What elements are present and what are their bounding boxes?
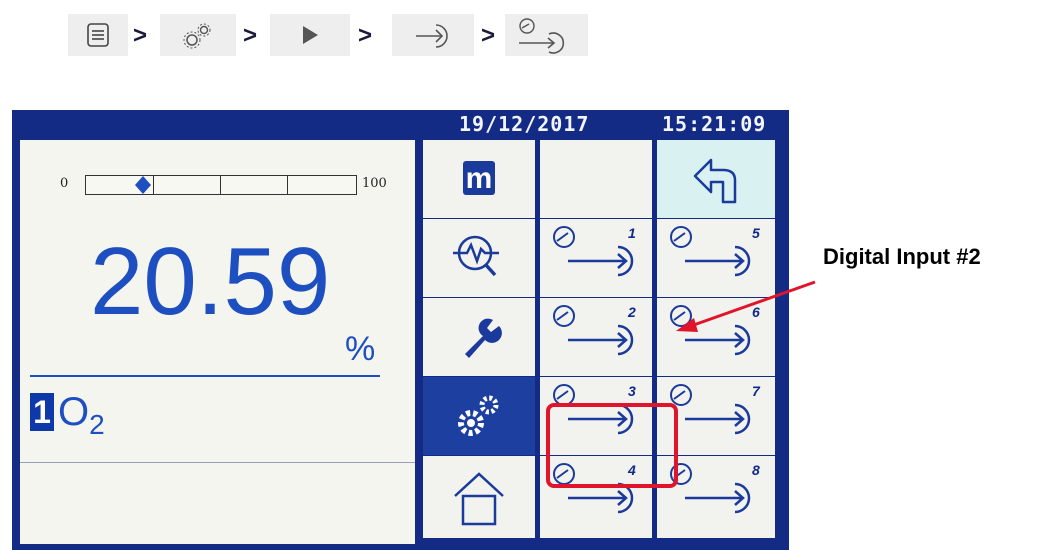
- annotation-arrow: [676, 280, 816, 332]
- callout-label: Digital Input #2: [823, 244, 981, 269]
